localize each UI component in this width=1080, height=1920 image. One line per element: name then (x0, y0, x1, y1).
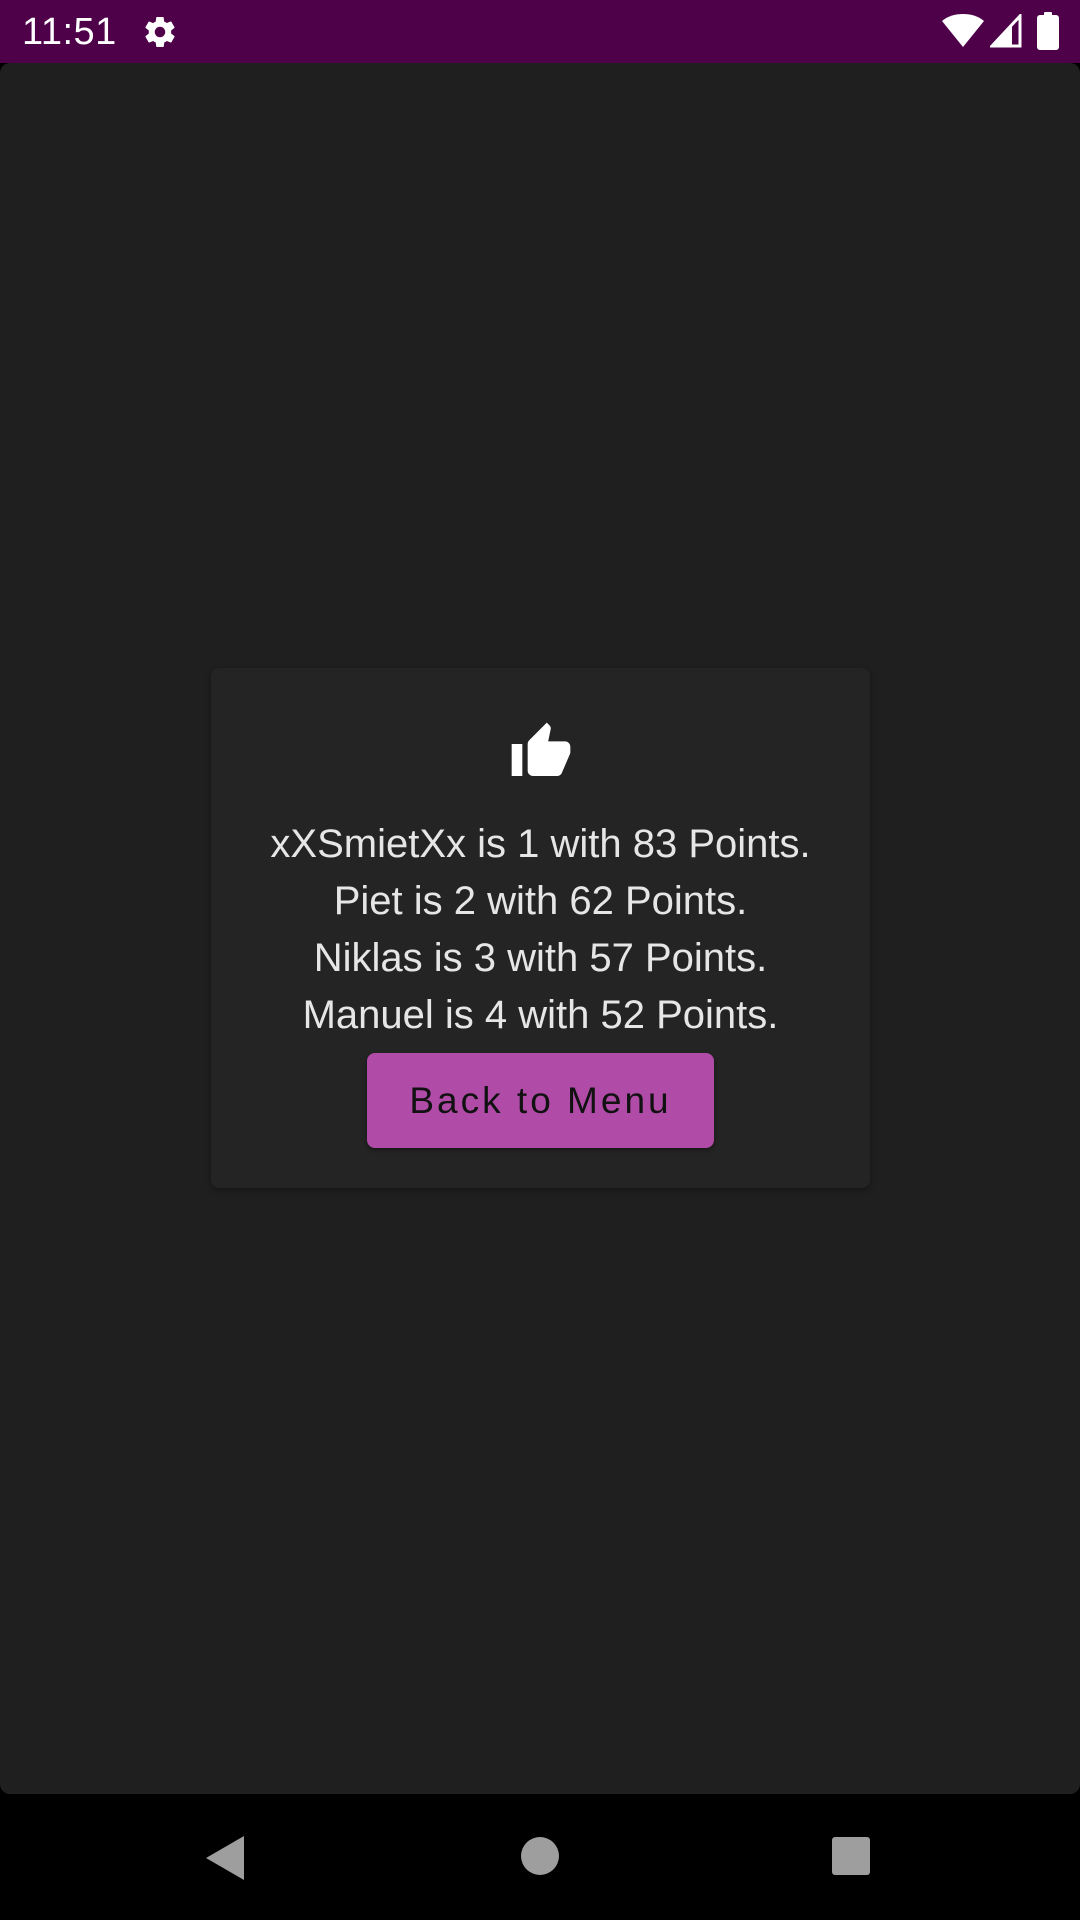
ranking-line: xXSmietXx is 1 with 83 Points. (270, 822, 811, 866)
recents-icon[interactable] (831, 1836, 871, 1876)
battery-icon (1037, 12, 1059, 50)
gear-icon (145, 17, 175, 48)
results-dialog: xXSmietXx is 1 with 83 Points. Piet is 2… (211, 668, 870, 1188)
navigation-bar (0, 1794, 1080, 1920)
ranking-line: Piet is 2 with 62 Points. (333, 879, 748, 923)
signal-icon (990, 14, 1022, 48)
status-bar: 11:51 (0, 0, 1080, 63)
home-icon[interactable] (520, 1836, 560, 1876)
device-screen: 11:51 xXSmietXx is 1 with 83 Points. Pie… (0, 0, 1080, 1920)
back-to-menu-button[interactable]: Back to Menu (367, 1053, 714, 1148)
thumbs-up-icon (511, 722, 571, 776)
back-icon[interactable] (204, 1834, 248, 1882)
status-time: 11:51 (22, 11, 117, 53)
ranking-line: Niklas is 3 with 57 Points. (313, 936, 768, 980)
ranking-list: xXSmietXx is 1 with 83 Points. Piet is 2… (211, 816, 870, 1044)
ranking-line: Manuel is 4 with 52 Points. (302, 993, 779, 1037)
wifi-icon (942, 14, 984, 47)
